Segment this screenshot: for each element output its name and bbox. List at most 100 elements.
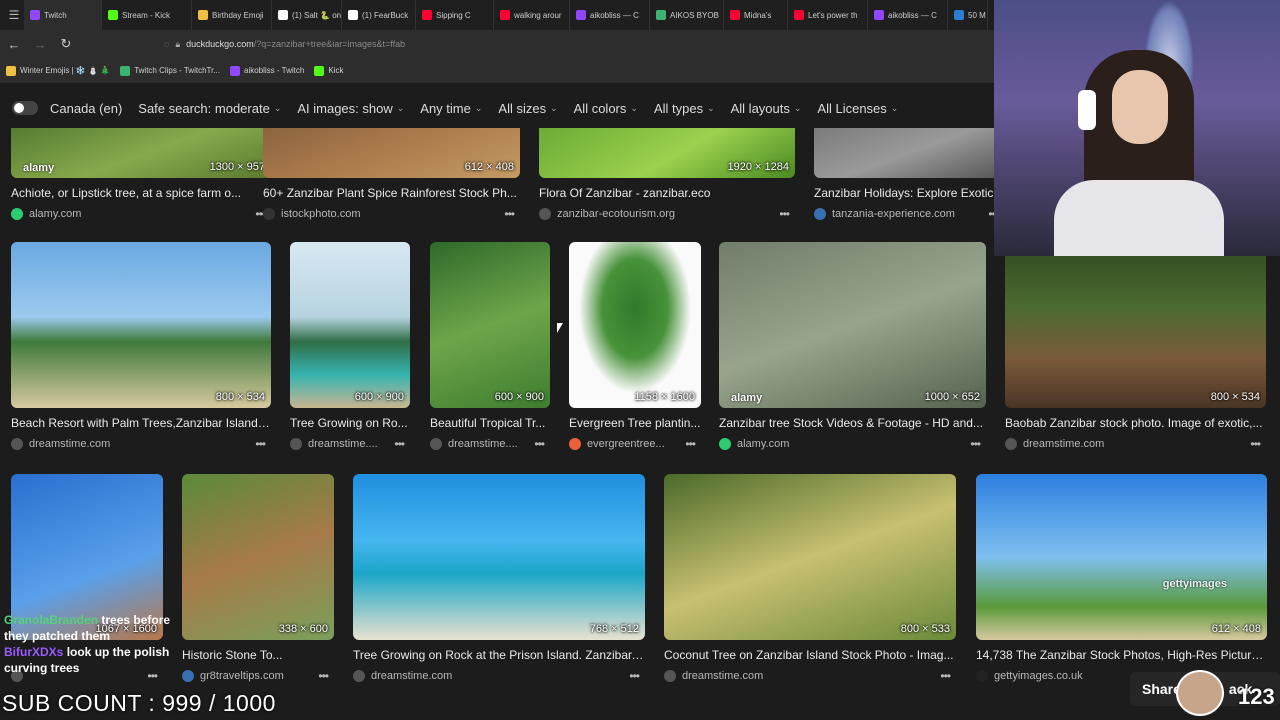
result-thumbnail[interactable]: 1920 × 1284 — [539, 128, 795, 178]
forward-icon[interactable]: → — [28, 32, 52, 56]
result-source[interactable]: dreamstime.... ••• — [430, 437, 550, 451]
result-title[interactable]: Achiote, or Lipstick tree, at a spice fa… — [11, 186, 271, 201]
more-options-icon[interactable]: ••• — [1250, 437, 1266, 451]
image-dimensions: 800 × 533 — [900, 623, 950, 635]
ai-images-filter[interactable]: AI images: show ⌄ — [297, 101, 404, 116]
toggle-switch[interactable] — [12, 101, 38, 115]
result-thumbnail[interactable]: gettyimages 612 × 408 — [976, 474, 1267, 640]
layout-filter[interactable]: All layouts ⌄ — [731, 101, 802, 116]
chevron-down-icon: ⌄ — [474, 102, 483, 113]
result-title[interactable]: 60+ Zanzibar Plant Spice Rainforest Stoc… — [263, 186, 520, 201]
bookmark-item[interactable]: aikobliss - Twitch — [230, 65, 304, 76]
size-filter[interactable]: All sizes ⌄ — [498, 101, 557, 116]
result-title[interactable]: Coconut Tree on Zanzibar Island Stock Ph… — [664, 648, 956, 663]
result-source[interactable]: zanzibar-ecotourism.org ••• — [539, 207, 795, 221]
back-icon[interactable]: ← — [2, 32, 26, 56]
result-thumbnail[interactable]: 768 × 512 — [353, 474, 645, 640]
result-title[interactable]: Baobab Zanzibar stock photo. Image of ex… — [1005, 416, 1266, 431]
result-title[interactable]: Tree Growing on Ro... — [290, 416, 410, 431]
more-options-icon[interactable]: ••• — [394, 437, 410, 451]
more-options-icon[interactable]: ••• — [534, 437, 550, 451]
browser-tab[interactable]: 50 M — [948, 0, 988, 30]
tab-favicon-icon — [108, 10, 118, 20]
result-source[interactable]: dreamstime.com ••• — [11, 437, 271, 451]
tab-menu-icon[interactable]: ☰ — [4, 5, 24, 25]
result-thumbnail[interactable]: 800 × 534 — [11, 242, 271, 408]
result-source[interactable]: istockphoto.com ••• — [263, 207, 520, 221]
browser-tab[interactable]: Twitch — [24, 0, 102, 30]
image-result-card[interactable]: Zanzibar Holidays: Explore Exotic tanzani… — [814, 128, 1004, 221]
bookmark-item[interactable]: Kick — [314, 65, 343, 76]
more-options-icon[interactable]: ••• — [779, 207, 795, 221]
color-filter[interactable]: All colors ⌄ — [574, 101, 638, 116]
result-thumbnail[interactable] — [814, 128, 1004, 178]
bookmark-item[interactable]: Twitch Clips - TwitchTr... — [120, 65, 220, 76]
safe-search-filter[interactable]: Safe search: moderate ⌄ — [138, 101, 281, 116]
result-title[interactable]: Beach Resort with Palm Trees,Zanzibar Is… — [11, 416, 271, 431]
result-title[interactable]: Tree Growing on Rock at the Prison Islan… — [353, 648, 645, 663]
license-filter[interactable]: All Licenses ⌄ — [817, 101, 898, 116]
image-result-card[interactable]: 800 × 534 Beach Resort with Palm Trees,Za… — [11, 242, 271, 451]
result-title[interactable]: Beautiful Tropical Tr... — [430, 416, 550, 431]
image-result-card[interactable]: 800 × 533 Coconut Tree on Zanzibar Island… — [664, 474, 956, 683]
image-result-card[interactable]: 800 × 534 Baobab Zanzibar stock photo. Im… — [1005, 242, 1266, 451]
image-result-card[interactable]: alamy 1000 × 652 Zanzibar tree Stock Video… — [719, 242, 986, 451]
browser-tab[interactable]: (1) Salt 🐍 on — [272, 0, 342, 30]
browser-tab[interactable]: (1) FearBuck — [342, 0, 416, 30]
more-options-icon[interactable]: ••• — [685, 437, 701, 451]
result-title[interactable]: Zanzibar Holidays: Explore Exotic — [814, 186, 1004, 201]
result-title[interactable]: Zanzibar tree Stock Videos & Footage - H… — [719, 416, 986, 431]
image-result-card[interactable]: 600 × 900 Tree Growing on Ro... dreamstime… — [290, 242, 410, 451]
tab-favicon-icon — [198, 10, 208, 20]
result-thumbnail[interactable]: 600 × 900 — [290, 242, 410, 408]
result-thumbnail[interactable]: 1158 × 1600 — [569, 242, 701, 408]
image-result-card[interactable]: 612 × 408 60+ Zanzibar Plant Spice Rainfo… — [263, 128, 520, 221]
result-thumbnail[interactable]: 612 × 408 — [263, 128, 520, 178]
bookmark-item[interactable]: Winter Emojis | ❄️ ⛄ 🎄 — [6, 65, 110, 76]
browser-tab[interactable]: Stream - Kick — [102, 0, 192, 30]
region-toggle[interactable]: Canada (en) — [12, 101, 122, 116]
result-thumbnail[interactable]: 800 × 534 — [1005, 242, 1266, 408]
tab-favicon-icon — [500, 10, 510, 20]
image-result-card[interactable]: 1158 × 1600 Evergreen Tree plantin... ever… — [569, 242, 701, 451]
image-result-card[interactable]: 1920 × 1284 Flora Of Zanzibar - zanzibar.… — [539, 128, 795, 221]
more-options-icon[interactable]: ••• — [940, 669, 956, 683]
browser-tab[interactable]: Let's power th — [788, 0, 868, 30]
browser-tab[interactable]: Birthday Emoji — [192, 0, 272, 30]
image-result-card[interactable]: 600 × 900 Beautiful Tropical Tr... dreamst… — [430, 242, 550, 451]
browser-tab[interactable]: Sipping C — [416, 0, 494, 30]
result-thumbnail[interactable]: alamy 1300 × 957 — [11, 128, 271, 178]
more-options-icon[interactable]: ••• — [504, 207, 520, 221]
result-source[interactable]: evergreentree... ••• — [569, 437, 701, 451]
site-favicon-icon — [569, 438, 581, 450]
result-source[interactable]: dreamstime.com ••• — [353, 669, 645, 683]
browser-tab[interactable]: Midna's — [724, 0, 788, 30]
image-result-card[interactable]: gettyimages 612 × 408 14,738 The Zanzibar … — [976, 474, 1267, 683]
type-filter[interactable]: All types ⌄ — [654, 101, 715, 116]
more-options-icon[interactable]: ••• — [970, 437, 986, 451]
result-thumbnail[interactable]: 600 × 900 — [430, 242, 550, 408]
more-options-icon[interactable]: ••• — [629, 669, 645, 683]
address-bar[interactable]: ◌ 🔒︎ duckduckgo.com/?q=zanzibar+tree&iar… — [158, 33, 978, 55]
image-result-card[interactable]: alamy 1300 × 957 Achiote, or Lipstick tree… — [11, 128, 271, 221]
time-filter[interactable]: Any time ⌄ — [420, 101, 482, 116]
more-options-icon[interactable]: ••• — [318, 669, 334, 683]
more-options-icon[interactable]: ••• — [255, 437, 271, 451]
result-source[interactable]: dreamstime.com ••• — [1005, 437, 1266, 451]
result-title[interactable]: Evergreen Tree plantin... — [569, 416, 701, 431]
result-source[interactable]: alamy.com ••• — [719, 437, 986, 451]
browser-tab[interactable]: walking arour — [494, 0, 570, 30]
result-title[interactable]: 14,738 The Zanzibar Stock Photos, High-R… — [976, 648, 1267, 663]
browser-tab[interactable]: aikobliss — C — [868, 0, 948, 30]
result-title[interactable]: Flora Of Zanzibar - zanzibar.eco — [539, 186, 795, 201]
result-source[interactable]: tanzania-experience.com••• — [814, 207, 1004, 221]
browser-tab[interactable]: AIKOS BYOB — [650, 0, 724, 30]
result-thumbnail[interactable]: alamy 1000 × 652 — [719, 242, 986, 408]
result-source[interactable]: dreamstime.com ••• — [664, 669, 956, 683]
result-source[interactable]: alamy.com ••• — [11, 207, 271, 221]
browser-tab[interactable]: aikobliss — C — [570, 0, 650, 30]
image-result-card[interactable]: 768 × 512 Tree Growing on Rock at the Pri… — [353, 474, 645, 683]
result-thumbnail[interactable]: 800 × 533 — [664, 474, 956, 640]
reload-icon[interactable]: ↻ — [54, 32, 78, 56]
result-source[interactable]: dreamstime.... ••• — [290, 437, 410, 451]
